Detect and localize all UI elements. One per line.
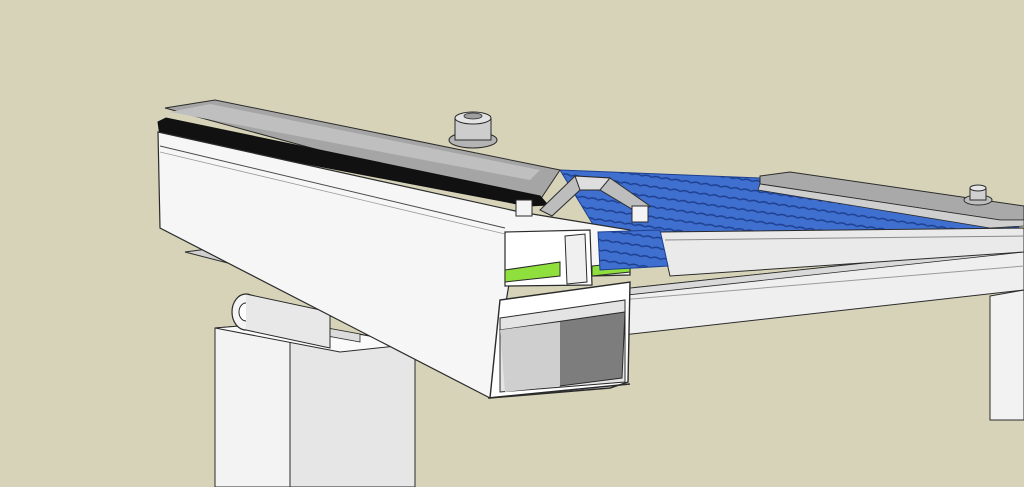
profile-hollow-chamber <box>487 281 631 399</box>
section-drawing <box>157 99 1024 487</box>
hex-bolt-icon <box>448 111 498 149</box>
hex-bolt-icon <box>963 184 993 206</box>
roof-glazing-section-render <box>0 0 1024 487</box>
support-post-left <box>214 321 416 487</box>
support-post-right <box>989 289 1024 421</box>
glazing-edge-in-channel <box>597 229 669 271</box>
